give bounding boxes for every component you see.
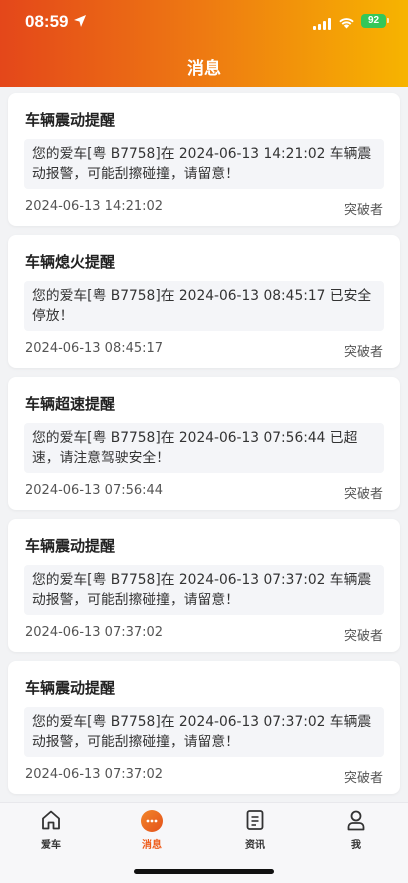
- message-card[interactable]: 车辆震动提醒 您的爱车[粤 B7758]在 2024-06-13 14:21:0…: [8, 93, 400, 226]
- message-time: 2024-06-13 08:45:17: [25, 341, 164, 356]
- message-content: 您的爱车[粤 B7758]在 2024-06-13 07:56:44 已超速，请…: [24, 423, 384, 473]
- message-sender: 突破者: [343, 345, 383, 360]
- tab-label: 我: [351, 840, 361, 851]
- message-content: 您的爱车[粤 B7758]在 2024-06-13 08:45:17 已安全停放…: [24, 281, 384, 331]
- message-title: 车辆震动提醒: [25, 111, 116, 129]
- wifi-icon: [338, 14, 355, 33]
- tab-label: 资讯: [245, 840, 265, 851]
- message-title: 车辆震动提醒: [25, 537, 116, 555]
- message-content: 您的爱车[粤 B7758]在 2024-06-13 14:21:02 车辆震动报…: [24, 139, 384, 189]
- message-sender: 突破者: [343, 771, 383, 786]
- message-time: 2024-06-13 14:21:02: [25, 199, 164, 214]
- tab-label: 消息: [142, 840, 162, 851]
- message-title: 车辆超速提醒: [25, 395, 116, 413]
- message-content: 您的爱车[粤 B7758]在 2024-06-13 07:37:02 车辆震动报…: [24, 565, 384, 615]
- message-title: 车辆震动提醒: [25, 679, 116, 697]
- tab-messages[interactable]: 消息: [122, 803, 182, 863]
- message-list[interactable]: 车辆震动提醒 您的爱车[粤 B7758]在 2024-06-13 14:21:0…: [0, 87, 408, 802]
- message-sender: 突破者: [343, 487, 383, 502]
- message-time: 2024-06-13 07:37:02: [25, 625, 164, 640]
- tab-car[interactable]: 爱车: [21, 803, 81, 863]
- tab-profile[interactable]: 我: [326, 803, 386, 863]
- home-indicator[interactable]: [134, 869, 274, 874]
- message-card[interactable]: 车辆震动提醒 您的爱车[粤 B7758]在 2024-06-13 07:37:0…: [8, 661, 400, 794]
- location-arrow-icon: [73, 13, 87, 32]
- message-card[interactable]: 车辆超速提醒 您的爱车[粤 B7758]在 2024-06-13 07:56:4…: [8, 377, 400, 510]
- message-sender: 突破者: [343, 203, 383, 218]
- battery-indicator: 92: [361, 14, 386, 28]
- message-icon: [141, 810, 163, 832]
- message-content: 您的爱车[粤 B7758]在 2024-06-13 07:37:02 车辆震动报…: [24, 707, 384, 757]
- status-time: 08:59: [25, 12, 69, 31]
- battery-cap: [387, 18, 389, 23]
- tab-label: 爱车: [41, 840, 61, 851]
- message-time: 2024-06-13 07:56:44: [25, 483, 164, 498]
- page-title: 消息: [187, 59, 221, 79]
- signal-icon: [313, 15, 332, 34]
- header-bar: 08:59 92 消息: [0, 0, 408, 87]
- message-card[interactable]: 车辆熄火提醒 您的爱车[粤 B7758]在 2024-06-13 08:45:1…: [8, 235, 400, 368]
- message-title: 车辆熄火提醒: [25, 253, 116, 271]
- message-time: 2024-06-13 07:37:02: [25, 767, 164, 782]
- message-card[interactable]: 车辆震动提醒 您的爱车[粤 B7758]在 2024-06-13 07:37:0…: [8, 519, 400, 652]
- message-sender: 突破者: [343, 629, 383, 644]
- tab-news[interactable]: 资讯: [225, 803, 285, 863]
- status-bar: 08:59 92: [0, 0, 408, 44]
